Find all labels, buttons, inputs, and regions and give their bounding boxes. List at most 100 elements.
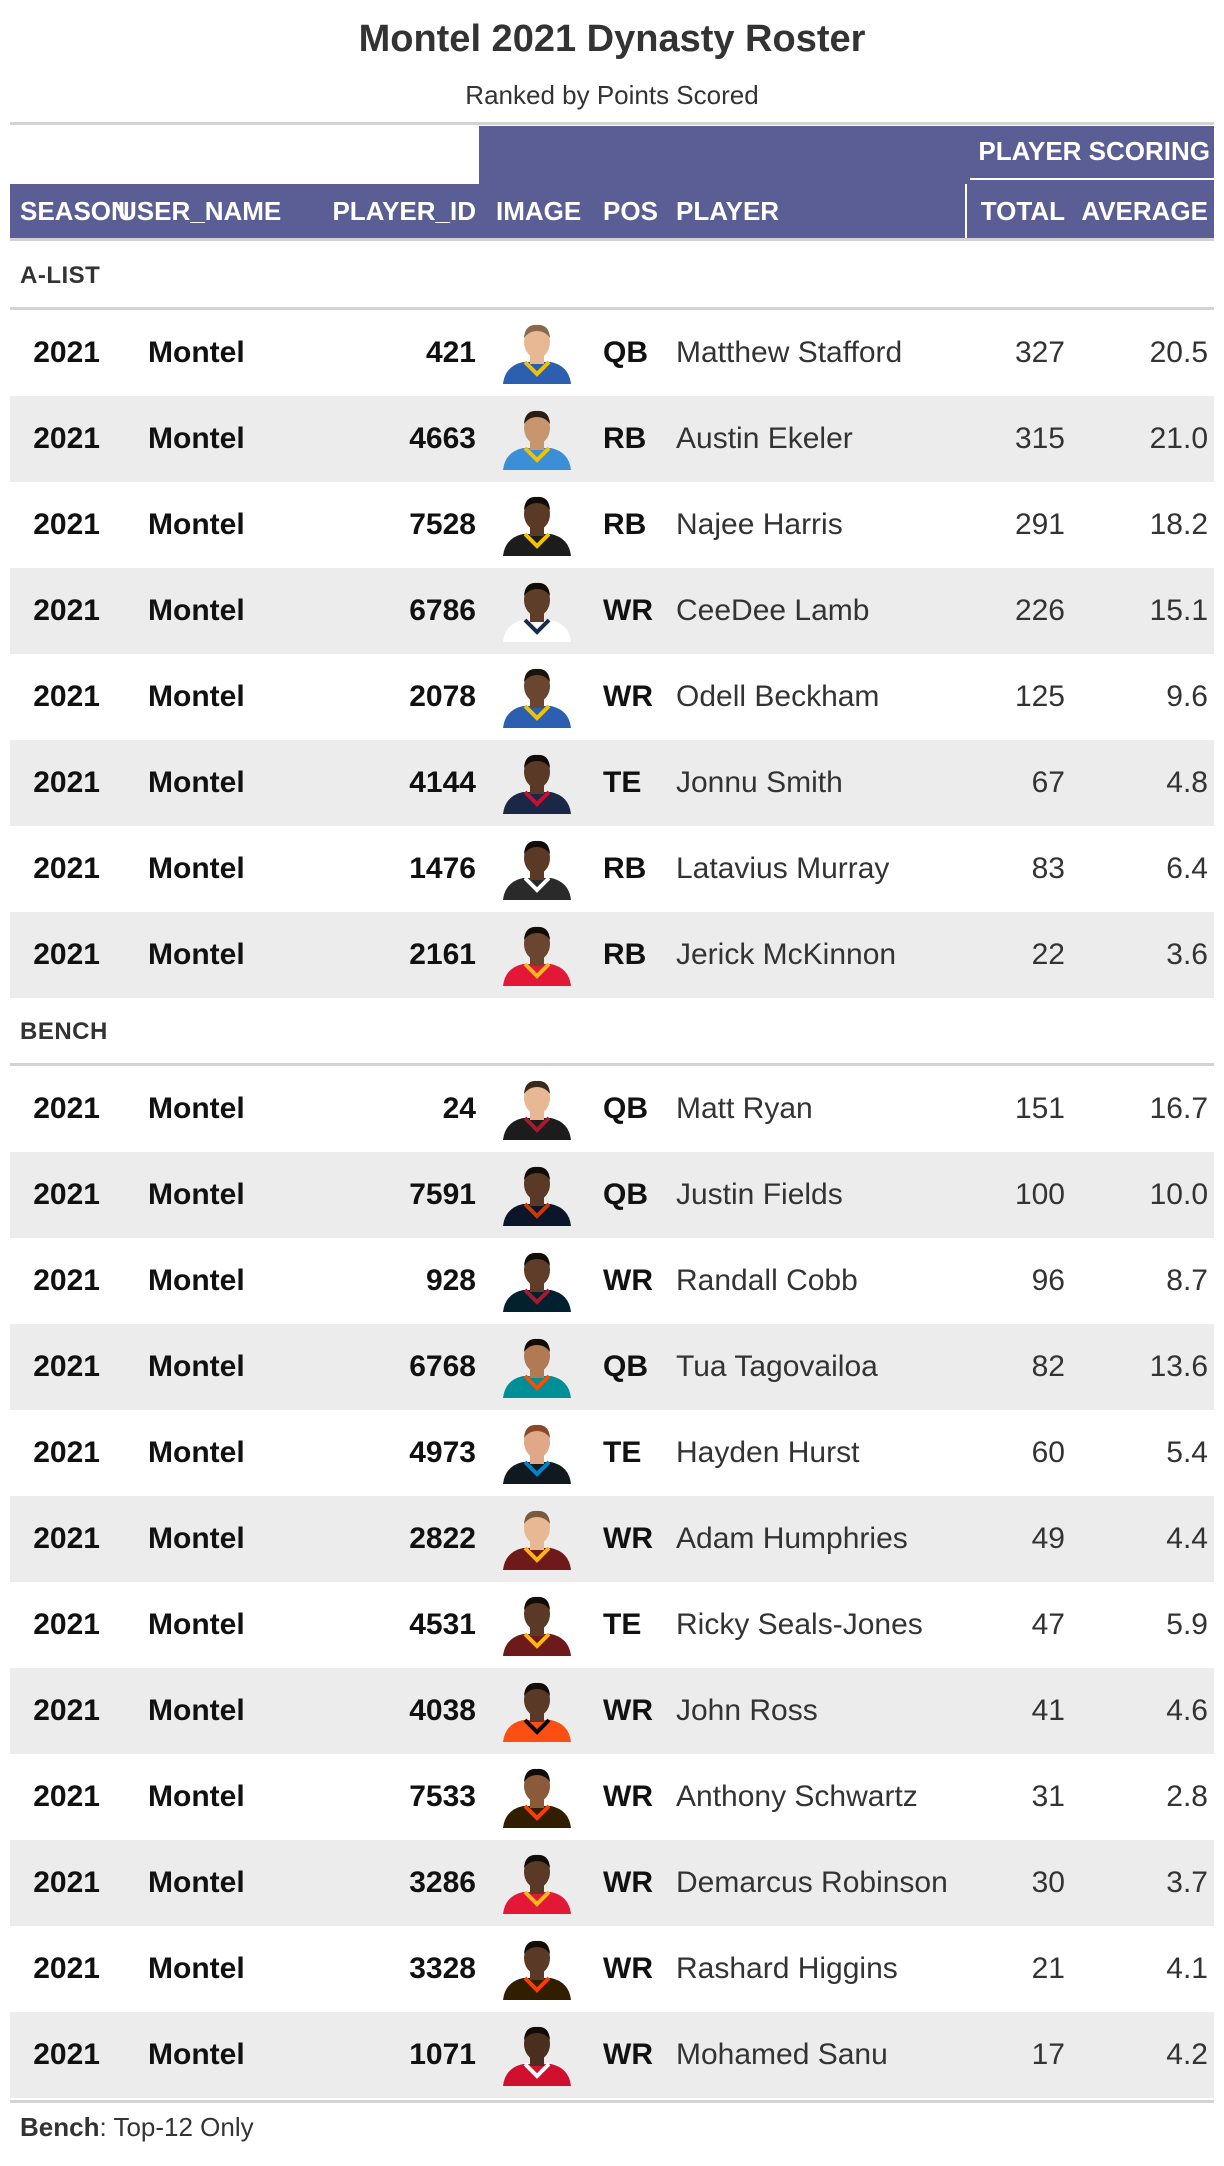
cell-user-name: Montel bbox=[148, 1780, 245, 1813]
cell-average: 20.5 bbox=[1149, 336, 1208, 369]
table-row[interactable]: 2021 Montel 7591 QB Justin Fields 100 10.0 bbox=[10, 1152, 1214, 1238]
cell-player-name: Anthony Schwartz bbox=[676, 1780, 918, 1813]
cell-pos: WR bbox=[603, 1522, 653, 1555]
table-row[interactable]: 2021 Montel 6768 QB Tua Tagovailoa 82 13.6 bbox=[10, 1324, 1214, 1410]
cell-user-name: Montel bbox=[148, 1694, 245, 1727]
table-row[interactable]: 2021 Montel 421 QB Matthew Stafford 327 20.5 bbox=[10, 310, 1214, 396]
table-row[interactable]: 2021 Montel 3328 WR Rashard Higgins 21 4.1 bbox=[10, 1926, 1214, 2012]
cell-user-name: Montel bbox=[148, 852, 245, 885]
player-headshot bbox=[503, 582, 571, 642]
cell-player-id: 928 bbox=[425, 1264, 476, 1297]
footer-rule bbox=[10, 2100, 1214, 2103]
cell-user-name: Montel bbox=[148, 938, 245, 971]
col-header-player[interactable]: PLAYER bbox=[676, 184, 779, 238]
col-header-pos[interactable]: POS bbox=[603, 184, 658, 238]
cell-player-id: 4531 bbox=[409, 1608, 476, 1641]
table-row[interactable]: 2021 Montel 4144 TE Jonnu Smith 67 4.8 bbox=[10, 740, 1214, 826]
cell-player-name: Jonnu Smith bbox=[676, 766, 843, 799]
table-row[interactable]: 2021 Montel 3286 WR Demarcus Robinson 30 3.7 bbox=[10, 1840, 1214, 1926]
cell-total: 83 bbox=[1031, 852, 1065, 885]
cell-user-name: Montel bbox=[148, 1178, 245, 1211]
cell-season: 2021 bbox=[33, 2038, 100, 2071]
player-headshot bbox=[503, 840, 571, 900]
cell-season: 2021 bbox=[33, 1436, 100, 1469]
table-row[interactable]: 2021 Montel 4663 RB Austin Ekeler 315 21.0 bbox=[10, 396, 1214, 482]
cell-total: 60 bbox=[1031, 1436, 1065, 1469]
cell-season: 2021 bbox=[33, 1264, 100, 1297]
cell-total: 67 bbox=[1031, 766, 1065, 799]
player-headshot bbox=[503, 1424, 571, 1484]
cell-user-name: Montel bbox=[148, 1866, 245, 1899]
table-row[interactable]: 2021 Montel 2822 WR Adam Humphries 49 4.4 bbox=[10, 1496, 1214, 1582]
cell-player-name: Rashard Higgins bbox=[676, 1952, 898, 1985]
cell-pos: WR bbox=[603, 2038, 653, 2071]
table-row[interactable]: 2021 Montel 4973 TE Hayden Hurst 60 5.4 bbox=[10, 1410, 1214, 1496]
table-row[interactable]: 2021 Montel 2161 RB Jerick McKinnon 22 3.6 bbox=[10, 912, 1214, 998]
cell-season: 2021 bbox=[33, 1866, 100, 1899]
cell-user-name: Montel bbox=[148, 594, 245, 627]
cell-average: 4.2 bbox=[1166, 2038, 1208, 2071]
cell-pos: RB bbox=[603, 852, 647, 885]
cell-average: 4.6 bbox=[1166, 1694, 1208, 1727]
cell-player-name: Matt Ryan bbox=[676, 1092, 813, 1125]
player-headshot bbox=[503, 1166, 571, 1226]
table-row[interactable]: 2021 Montel 7533 WR Anthony Schwartz 31 2.8 bbox=[10, 1754, 1214, 1840]
table-row[interactable]: 2021 Montel 4531 TE Ricky Seals-Jones 47 5.9 bbox=[10, 1582, 1214, 1668]
cell-total: 21 bbox=[1031, 1952, 1065, 1985]
cell-user-name: Montel bbox=[148, 1608, 245, 1641]
table-row[interactable]: 2021 Montel 1476 RB Latavius Murray 83 6.4 bbox=[10, 826, 1214, 912]
cell-total: 49 bbox=[1031, 1522, 1065, 1555]
cell-user-name: Montel bbox=[148, 1350, 245, 1383]
table-row[interactable]: 2021 Montel 7528 RB Najee Harris 291 18.2 bbox=[10, 482, 1214, 568]
cell-total: 41 bbox=[1031, 1694, 1065, 1727]
col-header-average[interactable]: AVERAGE bbox=[1080, 184, 1208, 238]
table-title: Montel 2021 Dynasty Roster bbox=[358, 18, 866, 60]
cell-season: 2021 bbox=[33, 1694, 100, 1727]
cell-season: 2021 bbox=[33, 766, 100, 799]
cell-average: 21.0 bbox=[1149, 422, 1208, 455]
cell-player-id: 3286 bbox=[409, 1866, 476, 1899]
cell-average: 4.4 bbox=[1166, 1522, 1208, 1555]
col-header-player-id[interactable]: PLAYER_ID bbox=[330, 184, 476, 238]
cell-pos: QB bbox=[603, 1092, 648, 1125]
cell-pos: WR bbox=[603, 594, 653, 627]
cell-average: 9.6 bbox=[1166, 680, 1208, 713]
cell-user-name: Montel bbox=[148, 766, 245, 799]
col-header-image[interactable]: IMAGE bbox=[496, 184, 581, 238]
footnote-label: Bench bbox=[20, 2112, 100, 2142]
cell-season: 2021 bbox=[33, 1608, 100, 1641]
table-row[interactable]: 2021 Montel 6786 WR CeeDee Lamb 226 15.1 bbox=[10, 568, 1214, 654]
col-header-season[interactable]: SEASON bbox=[20, 184, 130, 238]
cell-average: 16.7 bbox=[1149, 1092, 1208, 1125]
cell-player-name: Austin Ekeler bbox=[676, 422, 853, 455]
cell-pos: TE bbox=[603, 766, 642, 799]
cell-pos: RB bbox=[603, 508, 647, 541]
table-row[interactable]: 2021 Montel 2078 WR Odell Beckham 125 9.6 bbox=[10, 654, 1214, 740]
cell-user-name: Montel bbox=[148, 336, 245, 369]
table-row[interactable]: 2021 Montel 24 QB Matt Ryan 151 16.7 bbox=[10, 1066, 1214, 1152]
cell-player-name: Tua Tagovailoa bbox=[676, 1350, 878, 1383]
cell-user-name: Montel bbox=[148, 2038, 245, 2071]
cell-season: 2021 bbox=[33, 1092, 100, 1125]
cell-player-id: 7528 bbox=[409, 508, 476, 541]
cell-player-name: Latavius Murray bbox=[676, 852, 890, 885]
cell-player-id: 6768 bbox=[409, 1350, 476, 1383]
table-row[interactable]: 2021 Montel 928 WR Randall Cobb 96 8.7 bbox=[10, 1238, 1214, 1324]
cell-total: 30 bbox=[1031, 1866, 1065, 1899]
col-header-total[interactable]: TOTAL bbox=[970, 184, 1065, 238]
cell-total: 17 bbox=[1031, 2038, 1065, 2071]
cell-player-id: 6786 bbox=[409, 594, 476, 627]
table-row[interactable]: 2021 Montel 1071 WR Mohamed Sanu 17 4.2 bbox=[10, 2012, 1214, 2098]
cell-pos: QB bbox=[603, 1350, 648, 1383]
cell-player-id: 2822 bbox=[409, 1522, 476, 1555]
table-row[interactable]: 2021 Montel 4038 WR John Ross 41 4.6 bbox=[10, 1668, 1214, 1754]
cell-average: 2.8 bbox=[1166, 1780, 1208, 1813]
cell-player-name: Odell Beckham bbox=[676, 680, 880, 713]
cell-player-name: Mohamed Sanu bbox=[676, 2038, 888, 2071]
cell-player-id: 2078 bbox=[409, 680, 476, 713]
col-header-user-name[interactable]: USER_NAME bbox=[118, 184, 281, 238]
cell-season: 2021 bbox=[33, 508, 100, 541]
cell-pos: WR bbox=[603, 680, 653, 713]
cell-pos: QB bbox=[603, 336, 648, 369]
cell-player-id: 421 bbox=[425, 336, 476, 369]
